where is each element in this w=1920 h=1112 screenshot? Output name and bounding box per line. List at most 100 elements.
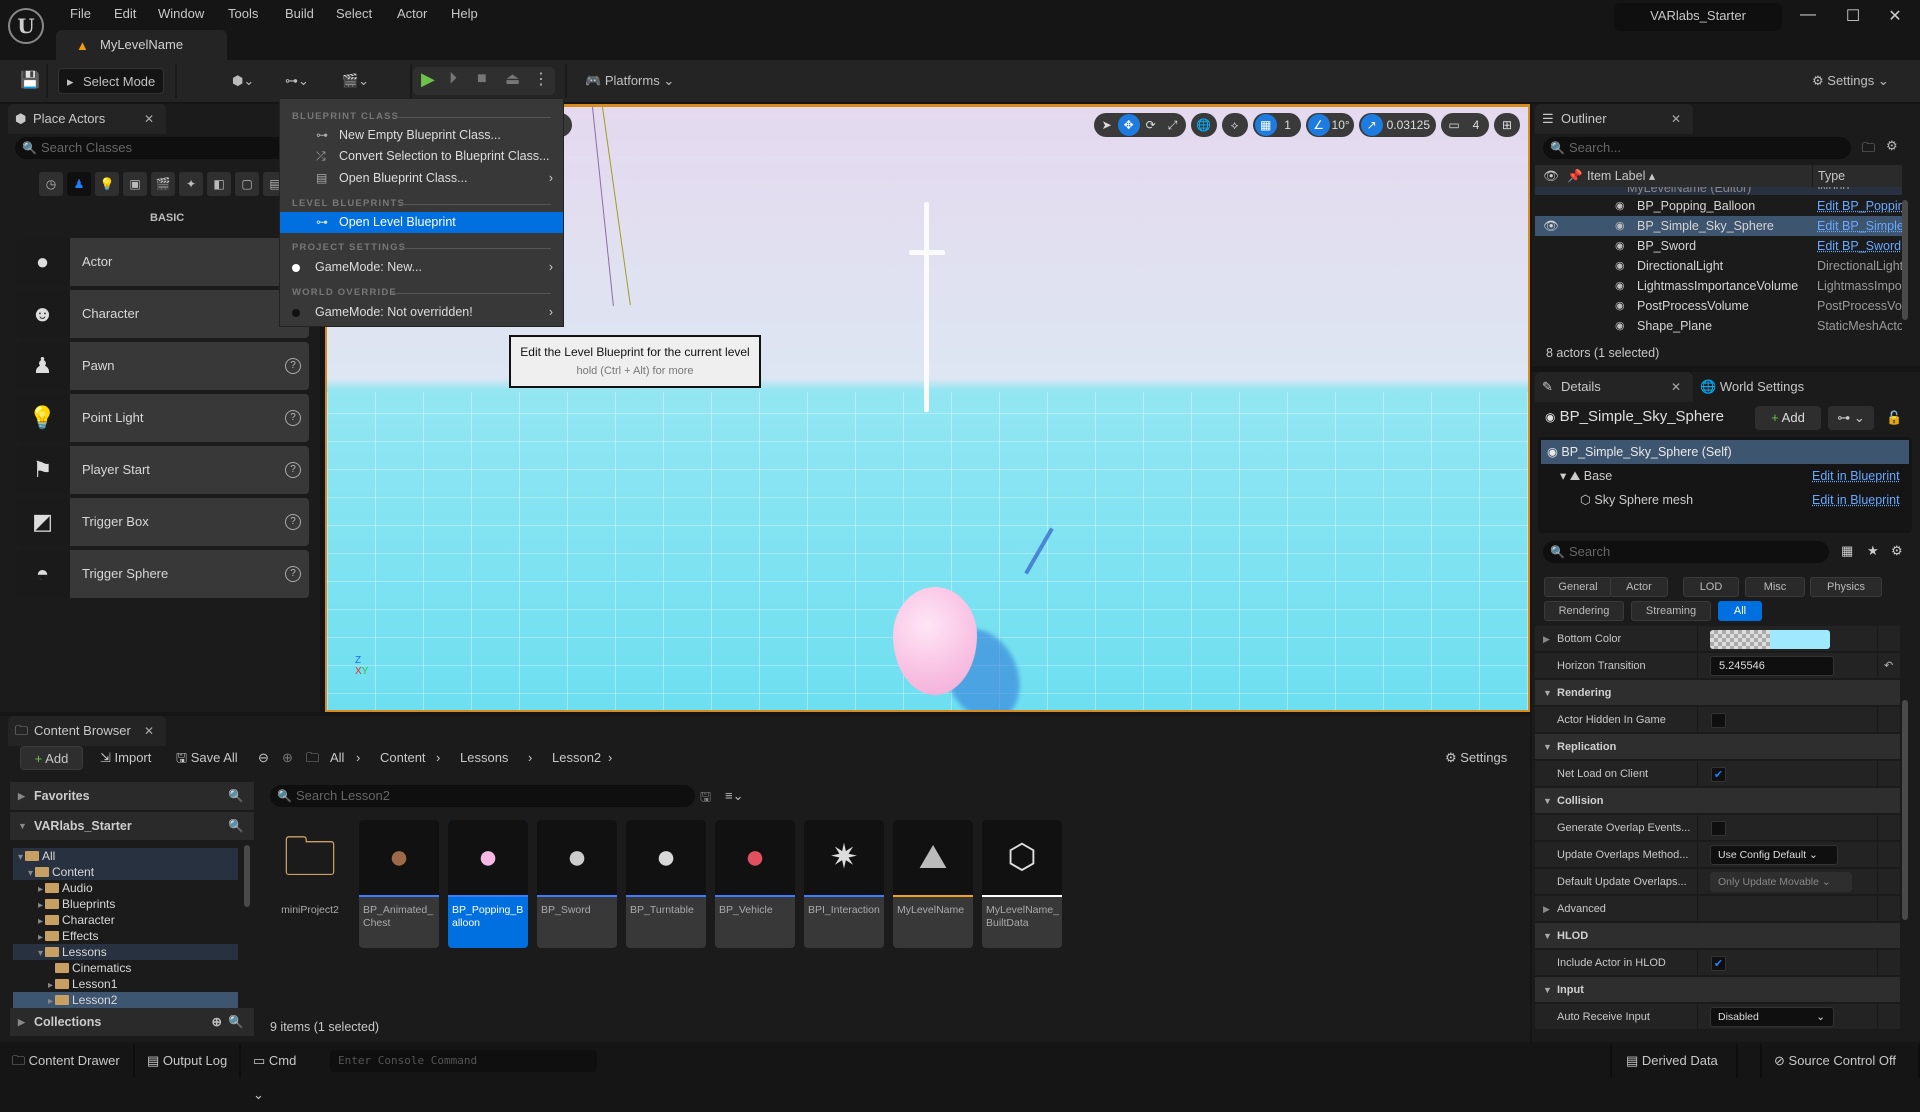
pin-icon[interactable]: 📌 (1567, 165, 1583, 187)
advance-frame-button[interactable]: ⏵ (449, 70, 457, 88)
component-base[interactable]: ▾ ⛰ Base (1560, 466, 1612, 486)
folder-tree-item[interactable]: ▾ All (13, 848, 238, 864)
filter-rendering[interactable]: Rendering (1544, 601, 1624, 621)
basic-icon[interactable]: ♟ (67, 172, 91, 196)
asset-tile[interactable]: ✷ BPI_Interaction (804, 820, 884, 948)
outliner-scrollbar[interactable] (1902, 200, 1908, 320)
menu-file[interactable]: File (70, 6, 91, 21)
outliner-row-partial[interactable]: MyLevelName (Editor) World (1535, 187, 1902, 195)
table-view-icon[interactable]: ▦ (1841, 543, 1853, 559)
actor-item[interactable]: ☻ Character (15, 290, 309, 338)
cinematics-dropdown-button[interactable]: 🎬⌄ (342, 68, 369, 94)
derived-data-button[interactable]: ▤ Derived Data (1610, 1044, 1738, 1078)
horizon-transition-input[interactable]: 5.245546 (1710, 656, 1834, 676)
outliner-row[interactable]: ◉ LightmassImportanceVolume LightmassImpor… (1535, 276, 1902, 296)
camera-speed-icon[interactable]: ▭ (1443, 114, 1465, 136)
outliner-tab[interactable]: ☰ Outliner ✕ (1535, 104, 1693, 134)
stop-button[interactable]: ■ (477, 70, 487, 88)
component-sky-sphere-mesh[interactable]: ⬡ Sky Sphere mesh (1580, 490, 1693, 510)
rotation-snap-icon[interactable]: ∠ (1307, 114, 1330, 136)
scale-snap-value[interactable]: 0.03125 (1383, 114, 1434, 136)
back-button[interactable]: ⊖ (258, 746, 269, 770)
menu-tools[interactable]: Tools (228, 6, 258, 21)
cinematic-icon[interactable]: 🎬 (151, 172, 175, 196)
asset-tile[interactable]: ⛰ MyLevelName (893, 820, 973, 948)
add-component-button[interactable]: + Add (1755, 406, 1821, 430)
filter-actor[interactable]: Actor (1610, 577, 1668, 597)
asset-tile[interactable]: ⬡ MyLevelName_BuiltData (982, 820, 1062, 948)
chevron-right-icon[interactable]: › (436, 746, 440, 770)
scale-snap-icon[interactable]: ↗ (1360, 114, 1383, 136)
menu-help[interactable]: Help (451, 6, 478, 21)
chevron-right-icon[interactable]: › (608, 746, 612, 770)
forward-button[interactable]: ⊕ (282, 746, 293, 770)
output-log-button[interactable]: ▤ Output Log (137, 1044, 241, 1078)
volumes-icon[interactable]: ▢ (235, 172, 259, 196)
menu-build[interactable]: Build (285, 6, 314, 21)
chevron-right-icon[interactable]: › (356, 746, 360, 770)
world-local-icon[interactable]: 🌐 (1193, 114, 1215, 136)
asset-tile[interactable]: ● BP_Animated_Chest (359, 820, 439, 948)
maximize-button[interactable]: ☐ (1838, 6, 1868, 26)
gear-icon[interactable]: ⚙ (1886, 138, 1898, 154)
more-options-icon[interactable]: ⋮ (533, 69, 549, 89)
outliner-row-type[interactable]: Edit BP_Simple_Sky_Sphere (1817, 216, 1902, 236)
visibility-icon[interactable]: 👁 (1543, 165, 1559, 187)
shapes-icon[interactable]: ▣ (123, 172, 147, 196)
folder-tree-item[interactable]: ▸ Character (13, 912, 238, 928)
category-input[interactable]: ▼ Input (1535, 977, 1900, 1003)
category-collision[interactable]: ▼ Collision (1535, 788, 1900, 814)
select-mode-dropdown[interactable]: ▸ Select Mode ⌄ (58, 68, 164, 115)
rotate-tool-icon[interactable]: ⟳ (1140, 114, 1162, 136)
net-load-checkbox[interactable]: ✔ (1711, 767, 1726, 782)
actor-item[interactable]: ◓ Trigger Sphere? (15, 550, 309, 598)
blueprint-dropdown-button[interactable]: ⊶⌄ (285, 68, 309, 94)
close-icon[interactable]: ✕ (1671, 372, 1681, 402)
menu-actor[interactable]: Actor (397, 6, 427, 21)
edit-in-blueprint-link[interactable]: Edit in Blueprint (1812, 466, 1900, 486)
recent-icon[interactable]: ◷ (39, 172, 63, 196)
eject-button[interactable]: ⏏ (505, 69, 520, 89)
content-drawer-button[interactable]: 🗀 Content Drawer (0, 1044, 135, 1078)
help-icon[interactable]: ? (285, 566, 301, 582)
prop-advanced[interactable]: ▶ Advanced (1535, 896, 1900, 922)
filter-all[interactable]: All (1718, 601, 1762, 621)
breadcrumb-item[interactable]: Lessons (460, 746, 508, 770)
color-swatch[interactable] (1710, 630, 1830, 649)
cb-settings-button[interactable]: ⚙ Settings (1445, 746, 1507, 770)
content-browser-tab[interactable]: 🗀 Content Browser ✕ (8, 716, 166, 746)
actor-item[interactable]: 💡 Point Light? (15, 394, 309, 442)
details-search-input[interactable]: 🔍 Search (1543, 541, 1829, 563)
breadcrumb-item[interactable]: All (330, 746, 344, 770)
default-update-overlaps-dropdown[interactable]: Only Update Movable ⌄ (1710, 872, 1852, 892)
save-search-icon[interactable]: 🖫 (700, 788, 711, 810)
visual-effects-icon[interactable]: ✦ (179, 172, 203, 196)
rotation-snap-value[interactable]: 10° (1330, 114, 1352, 136)
outliner-row-type[interactable]: Edit BP_Popping_Balloon (1817, 196, 1902, 216)
outliner-row[interactable]: ◉ Shape_Plane StaticMeshActor (1535, 316, 1902, 336)
lock-icon[interactable]: 🔓 (1886, 410, 1902, 426)
surface-snap-icon[interactable]: ⟡ (1224, 114, 1246, 136)
category-replication[interactable]: ▼ Replication (1535, 734, 1900, 760)
add-button[interactable]: + Add (20, 746, 83, 770)
breadcrumb-item[interactable]: Lesson2 (552, 746, 601, 770)
project-section[interactable]: ▼ VARlabs_Starter 🔍 (10, 812, 254, 840)
add-folder-icon[interactable]: 🗀 (1862, 139, 1875, 161)
outliner-row-type[interactable]: Edit BP_Sword (1817, 236, 1902, 256)
filter-general[interactable]: General (1544, 577, 1612, 597)
filter-streaming[interactable]: Streaming (1631, 601, 1711, 621)
menu-edit[interactable]: Edit (114, 6, 136, 21)
scale-tool-icon[interactable]: ⤢ (1162, 114, 1184, 136)
world-settings-tab[interactable]: 🌐 World Settings (1700, 372, 1804, 402)
outliner-search-input[interactable]: 🔍 Search... (1543, 137, 1851, 159)
generate-overlap-checkbox[interactable] (1711, 821, 1726, 836)
filter-misc[interactable]: Misc (1745, 577, 1805, 597)
filter-physics[interactable]: Physics (1810, 577, 1882, 597)
import-button[interactable]: ⇲ Import (100, 746, 151, 770)
actor-item[interactable]: ◩ Trigger Box? (15, 498, 309, 546)
filter-icon[interactable]: ≡⌄ (725, 788, 743, 804)
item-label-column[interactable]: Item Label ▴ (1587, 165, 1655, 187)
new-empty-blueprint-item[interactable]: ⊶ New Empty Blueprint Class... (280, 125, 563, 146)
folder-tree-item[interactable]: ▸ Blueprints (13, 896, 238, 912)
actor-item[interactable]: ⚑ Player Start? (15, 446, 309, 494)
